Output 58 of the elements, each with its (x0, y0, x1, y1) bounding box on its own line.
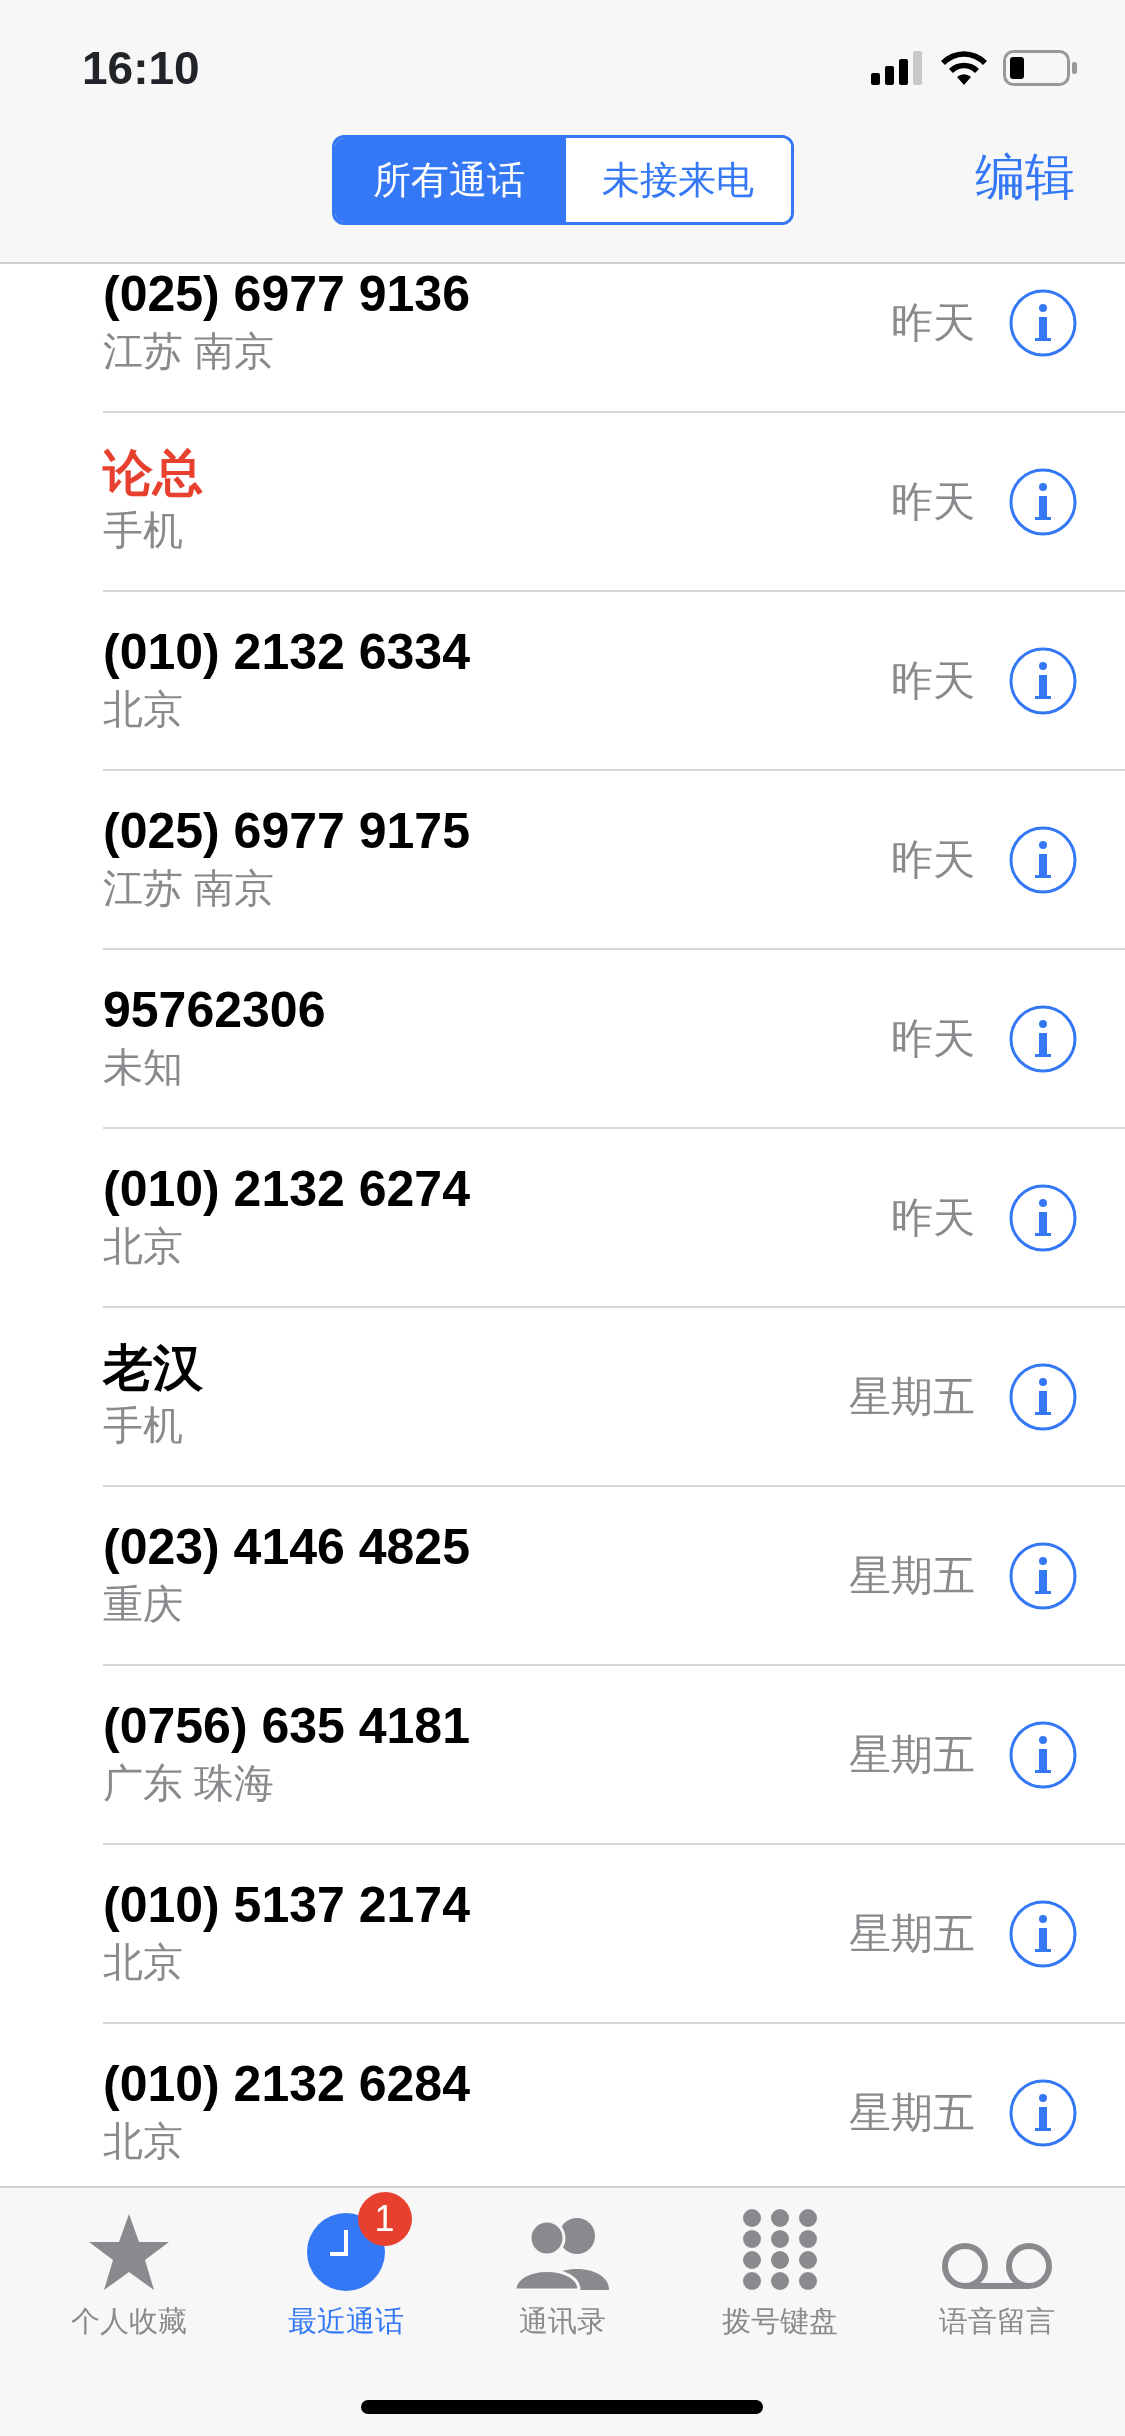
caller-location: 北京 (103, 1222, 183, 1270)
caller-name: (010) 2132 6274 (103, 1160, 470, 1217)
battery-icon (1003, 50, 1077, 86)
call-date: 星期五 (849, 1909, 975, 1959)
info-icon[interactable] (1009, 1004, 1077, 1073)
call-date: 星期五 (849, 1372, 975, 1422)
caller-location: 江苏 南京 (103, 864, 275, 912)
info-icon[interactable] (1009, 1183, 1077, 1252)
call-date: 昨天 (891, 298, 975, 348)
caller-location: 未知 (103, 1043, 183, 1091)
caller-name: (025) 6977 9175 (103, 802, 470, 859)
edit-button[interactable]: 编辑 (975, 140, 1075, 215)
notification-badge: 1 (357, 2192, 412, 2246)
info-icon[interactable] (1009, 1541, 1077, 1610)
caller-location: 江苏 南京 (103, 327, 275, 375)
info-icon[interactable] (1009, 646, 1077, 715)
tab-bar-item[interactable]: 通讯录 (462, 2194, 663, 2344)
call-date: 星期五 (849, 1730, 975, 1780)
tab-bar-item[interactable]: 个人收藏 (28, 2194, 229, 2344)
caller-location: 广东 珠海 (103, 1759, 275, 1807)
segment-tab[interactable]: 未接来电 (562, 138, 791, 222)
caller-location: 重庆 (103, 1580, 183, 1628)
tab-bar-item[interactable]: 语音留言 (896, 2194, 1097, 2344)
caller-name: (0756) 635 4181 (103, 1697, 470, 1754)
caller-location: 北京 (103, 685, 183, 733)
info-icon[interactable] (1009, 288, 1077, 357)
caller-name: 论总 (103, 444, 203, 501)
keypad-icon (741, 2208, 818, 2292)
call-date: 昨天 (891, 656, 975, 706)
caller-location: 手机 (103, 506, 183, 554)
call-date: 昨天 (891, 1014, 975, 1064)
info-icon[interactable] (1009, 1899, 1077, 1968)
wifi-icon (941, 51, 987, 85)
tab-bar-item[interactable]: 拨号键盘 (679, 2194, 880, 2344)
caller-name: (023) 4146 4825 (103, 1518, 470, 1575)
call-date: 昨天 (891, 1193, 975, 1243)
caller-name: 95762306 (103, 981, 326, 1038)
caller-name: (025) 6977 9136 (103, 265, 470, 322)
caller-location: 北京 (103, 2117, 183, 2165)
call-date: 昨天 (891, 477, 975, 527)
caller-location: 手机 (103, 1401, 183, 1449)
info-icon[interactable] (1009, 467, 1077, 536)
signal-icon (871, 51, 925, 85)
info-icon[interactable] (1009, 1720, 1077, 1789)
caller-name: (010) 5137 2174 (103, 1876, 470, 1933)
caller-location: 北京 (103, 1938, 183, 1986)
info-icon[interactable] (1009, 1362, 1077, 1431)
caller-name: (010) 2132 6334 (103, 623, 470, 680)
call-date: 昨天 (891, 835, 975, 885)
call-date: 星期五 (849, 1551, 975, 1601)
caller-name: 老汉 (103, 1339, 203, 1396)
segment-tab[interactable]: 所有通话 (334, 138, 563, 222)
info-icon[interactable] (1009, 2078, 1077, 2147)
caller-name: (010) 2132 6284 (103, 2055, 470, 2112)
info-icon[interactable] (1009, 825, 1077, 894)
voicemail-icon (940, 2242, 1053, 2292)
call-date: 星期五 (849, 2088, 975, 2138)
status-time: 16:10 (82, 40, 200, 96)
